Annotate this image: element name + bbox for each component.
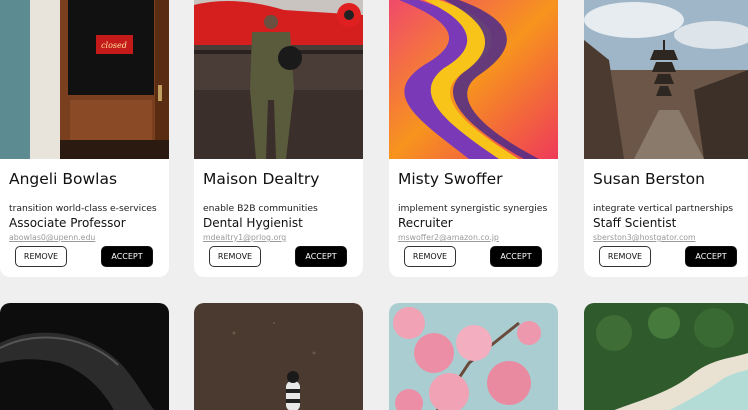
remove-button[interactable]: REMOVE: [209, 246, 261, 267]
profile-tagline: transition world-class e-services: [9, 203, 157, 214]
profile-card: Misty Swoffer implement synergistic syne…: [389, 0, 558, 277]
profile-photo: closed: [0, 0, 169, 159]
profile-role: Staff Scientist: [593, 216, 677, 230]
profile-card: closed Angeli Bowlas transition world-cl…: [0, 0, 169, 277]
accept-button[interactable]: ACCEPT: [101, 246, 153, 267]
remove-button[interactable]: REMOVE: [404, 246, 456, 267]
remove-button[interactable]: REMOVE: [599, 246, 651, 267]
remove-button[interactable]: REMOVE: [15, 246, 67, 267]
profile-card: [194, 303, 363, 410]
profile-role: Associate Professor: [9, 216, 126, 230]
card-grid: closed Angeli Bowlas transition world-cl…: [0, 0, 748, 410]
profile-role: Dental Hygienist: [203, 216, 303, 230]
profile-email[interactable]: abowlas0@upenn.edu: [9, 233, 169, 242]
profile-card: Maison Dealtry enable B2B communities De…: [194, 0, 363, 277]
accept-button[interactable]: ACCEPT: [490, 246, 542, 267]
profile-name: Susan Berston: [593, 170, 705, 188]
profile-photo: [194, 0, 363, 159]
profile-card: [389, 303, 558, 410]
profile-email[interactable]: mdealtry1@prlog.org: [203, 233, 363, 242]
profile-photo: [584, 303, 748, 410]
profile-tagline: implement synergistic synergies: [398, 203, 548, 214]
profile-role: Recruiter: [398, 216, 453, 230]
sign-text: closed: [101, 41, 127, 50]
accept-button[interactable]: ACCEPT: [295, 246, 347, 267]
profile-tagline: integrate vertical partnerships: [593, 203, 734, 214]
accept-button[interactable]: ACCEPT: [685, 246, 737, 267]
profile-name: Misty Swoffer: [398, 170, 503, 188]
profile-tagline: enable B2B communities: [203, 203, 318, 214]
profile-photo: [194, 303, 363, 410]
profile-photo: [389, 0, 558, 159]
profile-email[interactable]: mswoffer2@amazon.co.jp: [398, 233, 558, 242]
profile-card: [584, 303, 748, 410]
profile-photo: [0, 303, 169, 410]
profile-card: [0, 303, 169, 410]
profile-photo: [389, 303, 558, 410]
profile-photo: [584, 0, 748, 159]
profile-email[interactable]: sberston3@hostgator.com: [593, 233, 748, 242]
profile-name: Maison Dealtry: [203, 170, 320, 188]
profile-card: Susan Berston integrate vertical partner…: [584, 0, 748, 277]
profile-name: Angeli Bowlas: [9, 170, 118, 188]
